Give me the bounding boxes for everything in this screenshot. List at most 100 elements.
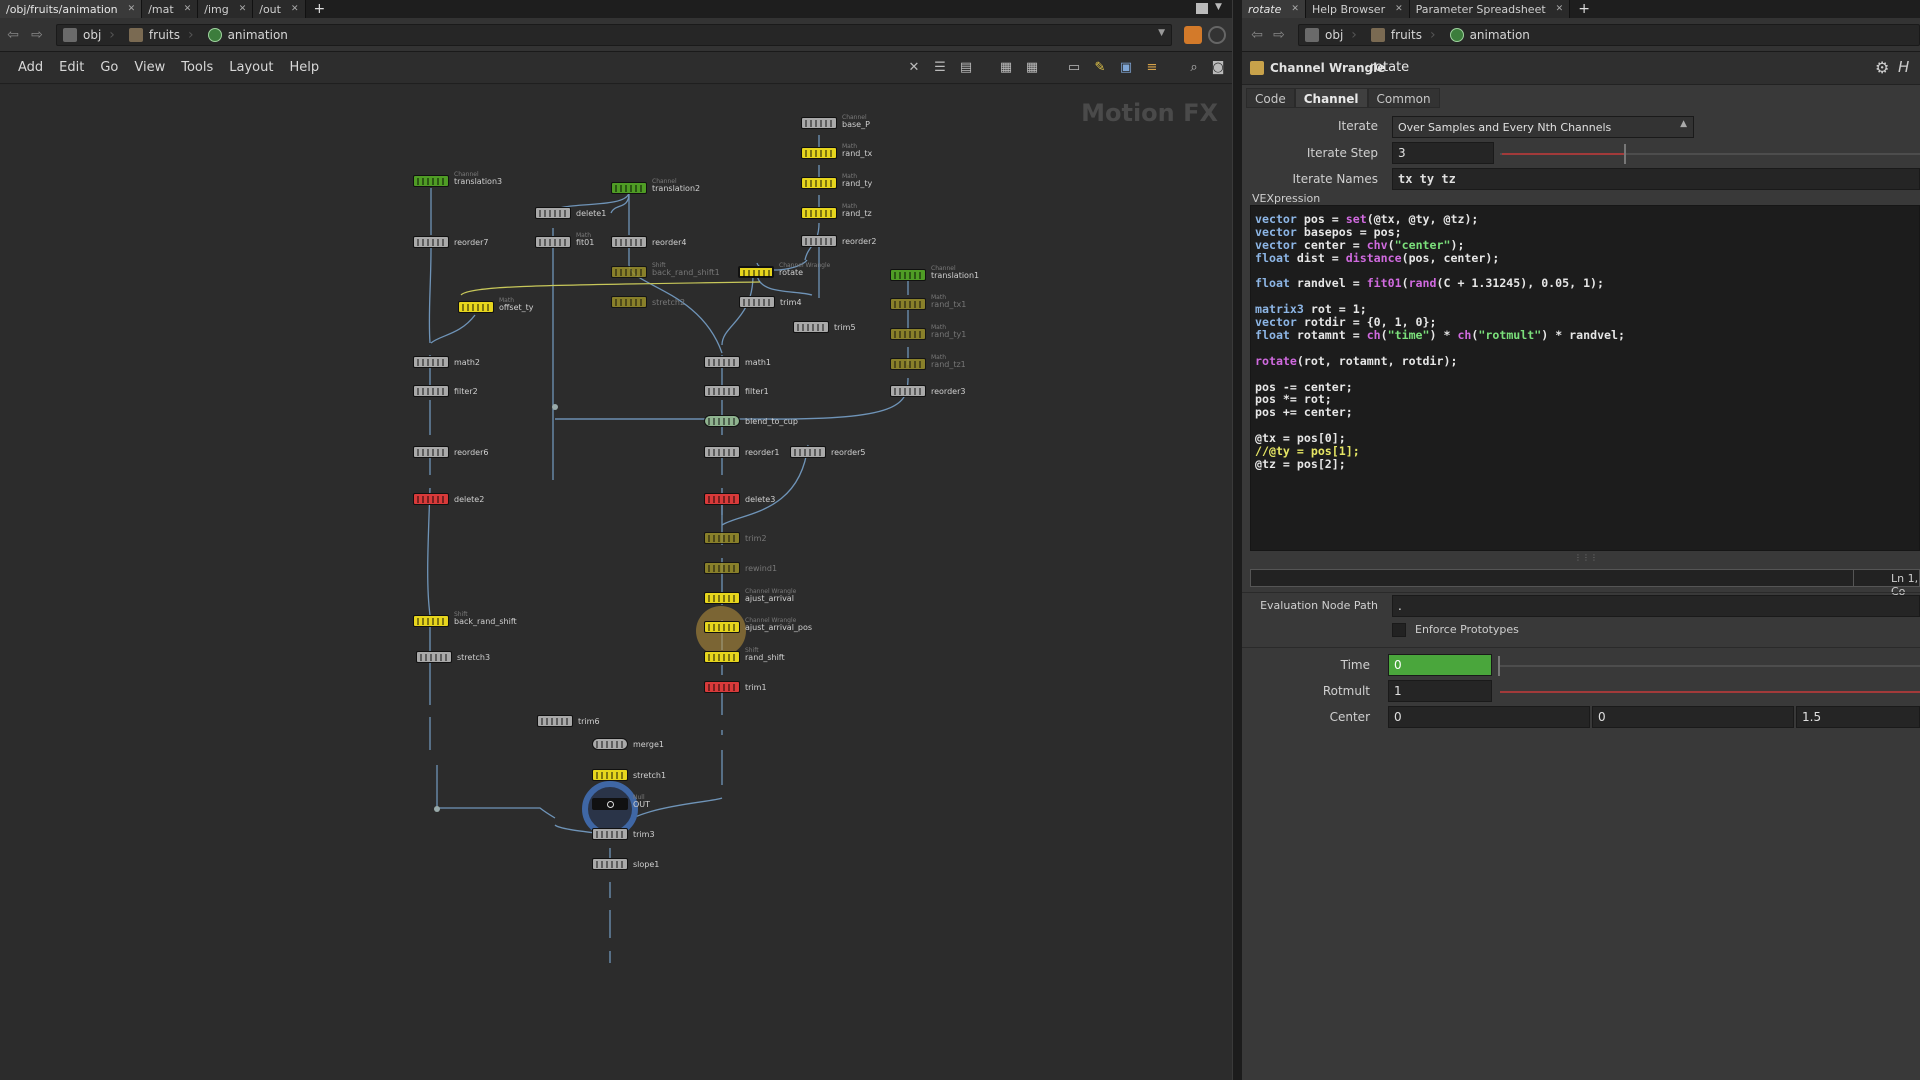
node-stretch3[interactable] bbox=[416, 651, 452, 663]
node-blend-to-cup[interactable] bbox=[704, 415, 740, 427]
tab-parameter-spreadsheet[interactable]: Parameter Spreadsheet ✕ bbox=[1409, 0, 1571, 18]
close-icon[interactable]: ✕ bbox=[1556, 4, 1564, 14]
breadcrumb-fruits[interactable]: fruits › bbox=[1365, 25, 1444, 45]
breadcrumb-obj[interactable]: obj › bbox=[1299, 25, 1365, 45]
node-delete2[interactable] bbox=[413, 493, 449, 505]
pane-divider[interactable] bbox=[1232, 0, 1242, 1080]
tab-out[interactable]: /out ✕ bbox=[253, 0, 306, 18]
image-icon[interactable]: ▣ bbox=[1118, 60, 1134, 76]
tab-common[interactable]: Common bbox=[1367, 88, 1440, 108]
time-slider[interactable] bbox=[1498, 656, 1920, 676]
node-ajust-arrival[interactable] bbox=[704, 592, 740, 604]
tab-obj-fruits-animation[interactable]: /obj/fruits/animation ✕ bbox=[0, 0, 143, 18]
list-view-icon[interactable]: ▤ bbox=[958, 60, 974, 76]
sticky-note-icon[interactable]: ✎ bbox=[1092, 60, 1108, 76]
add-tab-icon[interactable]: + bbox=[1570, 0, 1598, 18]
back-arrow-icon[interactable]: ⇦ bbox=[4, 26, 22, 44]
center-y-field[interactable]: 0 bbox=[1592, 706, 1794, 728]
breadcrumb-fruits[interactable]: fruits › bbox=[123, 25, 202, 45]
node-trim6[interactable] bbox=[537, 715, 573, 727]
node-delete1[interactable] bbox=[535, 207, 571, 219]
node-name-field[interactable]: rotate bbox=[1370, 60, 1409, 75]
node-filter2[interactable] bbox=[413, 385, 449, 397]
iterate-step-field[interactable]: 3 bbox=[1392, 142, 1494, 164]
enforce-prototypes-checkbox[interactable] bbox=[1392, 623, 1406, 637]
back-arrow-icon[interactable]: ⇦ bbox=[1248, 26, 1266, 44]
close-icon[interactable]: ✕ bbox=[128, 4, 136, 14]
network-editor[interactable]: Motion FX Channel base_P Math rand_tx Ma… bbox=[0, 85, 1232, 1080]
forward-arrow-icon[interactable]: ⇨ bbox=[1270, 26, 1288, 44]
forward-arrow-icon[interactable]: ⇨ bbox=[28, 26, 46, 44]
close-icon[interactable]: ✕ bbox=[239, 4, 247, 14]
node-ajust-arrival-pos[interactable] bbox=[704, 621, 740, 633]
tab-mat[interactable]: /mat ✕ bbox=[142, 0, 199, 18]
node-rand-tz[interactable] bbox=[801, 207, 837, 219]
tab-code[interactable]: Code bbox=[1246, 88, 1295, 108]
node-rewind1[interactable] bbox=[704, 562, 740, 574]
menu-add[interactable]: Add bbox=[10, 60, 51, 75]
iterate-select[interactable]: Over Samples and Every Nth Channels ▲ bbox=[1392, 116, 1694, 138]
node-merge1[interactable] bbox=[592, 738, 628, 750]
tab-channel[interactable]: Channel bbox=[1294, 88, 1368, 108]
menu-layout[interactable]: Layout bbox=[221, 60, 281, 75]
center-x-field[interactable]: 0 bbox=[1388, 706, 1590, 728]
menu-view[interactable]: View bbox=[126, 60, 173, 75]
node-slope1[interactable] bbox=[592, 858, 628, 870]
close-icon[interactable]: ✕ bbox=[184, 4, 192, 14]
node-trim2[interactable] bbox=[704, 532, 740, 544]
slider-handle[interactable] bbox=[1624, 144, 1626, 164]
close-icon[interactable]: ✕ bbox=[1395, 4, 1403, 14]
time-field[interactable]: 0 bbox=[1388, 654, 1492, 676]
node-rand-tx1[interactable] bbox=[890, 298, 926, 310]
node-reorder2[interactable] bbox=[801, 235, 837, 247]
iterate-step-slider[interactable] bbox=[1500, 144, 1920, 164]
node-rand-tx[interactable] bbox=[801, 147, 837, 159]
node-reorder6[interactable] bbox=[413, 446, 449, 458]
camera-icon[interactable]: ◙ bbox=[1210, 60, 1226, 76]
node-base-p[interactable] bbox=[801, 117, 837, 129]
chevron-down-icon[interactable]: ▼ bbox=[1158, 28, 1165, 38]
pin-icon[interactable] bbox=[1184, 26, 1202, 44]
vex-code-editor[interactable]: vector pos = set(@tx, @ty, @tz); vector b… bbox=[1250, 205, 1920, 551]
layout-icon[interactable]: ▭ bbox=[1066, 60, 1082, 76]
chevron-down-icon[interactable]: ▼ bbox=[1215, 2, 1222, 12]
node-reorder4[interactable] bbox=[611, 236, 647, 248]
node-filter1[interactable] bbox=[704, 385, 740, 397]
pane-menu-icon[interactable] bbox=[1196, 3, 1208, 14]
node-back-rand-shift1[interactable] bbox=[611, 266, 647, 278]
tree-view-icon[interactable]: ☰ bbox=[932, 60, 948, 76]
wrench-icon[interactable]: ✕ bbox=[906, 60, 922, 76]
rotmult-slider[interactable] bbox=[1500, 691, 1920, 693]
grid-small-icon[interactable]: ▦ bbox=[1024, 60, 1040, 76]
node-translation1[interactable] bbox=[890, 269, 926, 281]
search-icon[interactable]: ⌕ bbox=[1186, 60, 1202, 76]
close-icon[interactable]: ✕ bbox=[291, 4, 299, 14]
rotmult-field[interactable]: 1 bbox=[1388, 680, 1492, 702]
node-trim4[interactable] bbox=[739, 296, 775, 308]
tab-rotate[interactable]: rotate ✕ bbox=[1242, 0, 1306, 18]
node-rotate[interactable] bbox=[738, 266, 774, 278]
add-tab-icon[interactable]: + bbox=[306, 0, 334, 18]
node-stretch1[interactable] bbox=[592, 769, 628, 781]
node-reorder3[interactable] bbox=[890, 385, 926, 397]
node-delete3[interactable] bbox=[704, 493, 740, 505]
node-rand-ty[interactable] bbox=[801, 177, 837, 189]
node-translation2[interactable] bbox=[611, 182, 647, 194]
breadcrumb-animation[interactable]: animation bbox=[202, 25, 296, 45]
node-trim1[interactable] bbox=[704, 681, 740, 693]
node-out[interactable] bbox=[592, 798, 628, 810]
node-offset-ty[interactable] bbox=[458, 301, 494, 313]
menu-go[interactable]: Go bbox=[92, 60, 126, 75]
node-rand-tz1[interactable] bbox=[890, 358, 926, 370]
tab-img[interactable]: /img ✕ bbox=[198, 0, 254, 18]
iterate-names-field[interactable]: tx ty tz bbox=[1392, 168, 1920, 190]
node-rand-shift[interactable] bbox=[704, 651, 740, 663]
slider-handle[interactable] bbox=[1498, 656, 1500, 676]
resize-grip[interactable]: ⋮⋮⋮ bbox=[1574, 553, 1598, 562]
help-icon[interactable]: H bbox=[1898, 58, 1909, 76]
stack-icon[interactable]: ≡ bbox=[1144, 60, 1160, 76]
node-reorder1[interactable] bbox=[704, 446, 740, 458]
node-reorder5[interactable] bbox=[790, 446, 826, 458]
node-rand-ty1[interactable] bbox=[890, 328, 926, 340]
center-z-field[interactable]: 1.5 bbox=[1796, 706, 1920, 728]
